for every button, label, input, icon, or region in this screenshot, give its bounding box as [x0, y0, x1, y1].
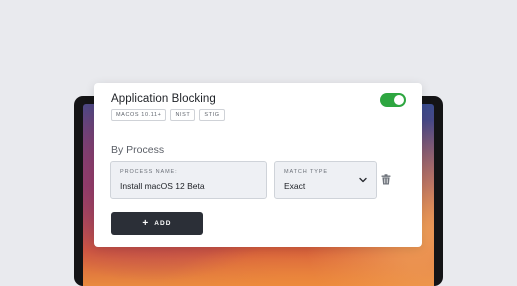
- process-name-label: PROCESS NAME:: [120, 169, 178, 175]
- section-title: By Process: [111, 144, 165, 156]
- policy-enabled-toggle[interactable]: [380, 93, 406, 107]
- match-type-select[interactable]: MATCH TYPE Exact: [274, 161, 377, 199]
- tag-stig: STIG: [199, 109, 225, 121]
- add-button[interactable]: + ADD: [111, 212, 203, 235]
- policy-tags: MACOS 10.11+ NIST STIG: [111, 109, 225, 121]
- chevron-down-icon: [359, 177, 367, 183]
- toggle-knob: [394, 95, 404, 105]
- process-name-value[interactable]: Install macOS 12 Beta: [120, 181, 205, 191]
- match-type-label: MATCH TYPE: [284, 169, 328, 175]
- tag-macos: MACOS 10.11+: [111, 109, 167, 121]
- trash-icon[interactable]: [381, 174, 391, 185]
- policy-title: Application Blocking: [111, 93, 216, 105]
- match-type-value: Exact: [284, 181, 306, 191]
- add-button-label: ADD: [154, 220, 172, 227]
- tag-nist: NIST: [170, 109, 196, 121]
- process-name-field[interactable]: PROCESS NAME: Install macOS 12 Beta: [110, 161, 267, 199]
- policy-card: Application Blocking MACOS 10.11+ NIST S…: [94, 83, 422, 247]
- plus-icon: +: [142, 217, 149, 229]
